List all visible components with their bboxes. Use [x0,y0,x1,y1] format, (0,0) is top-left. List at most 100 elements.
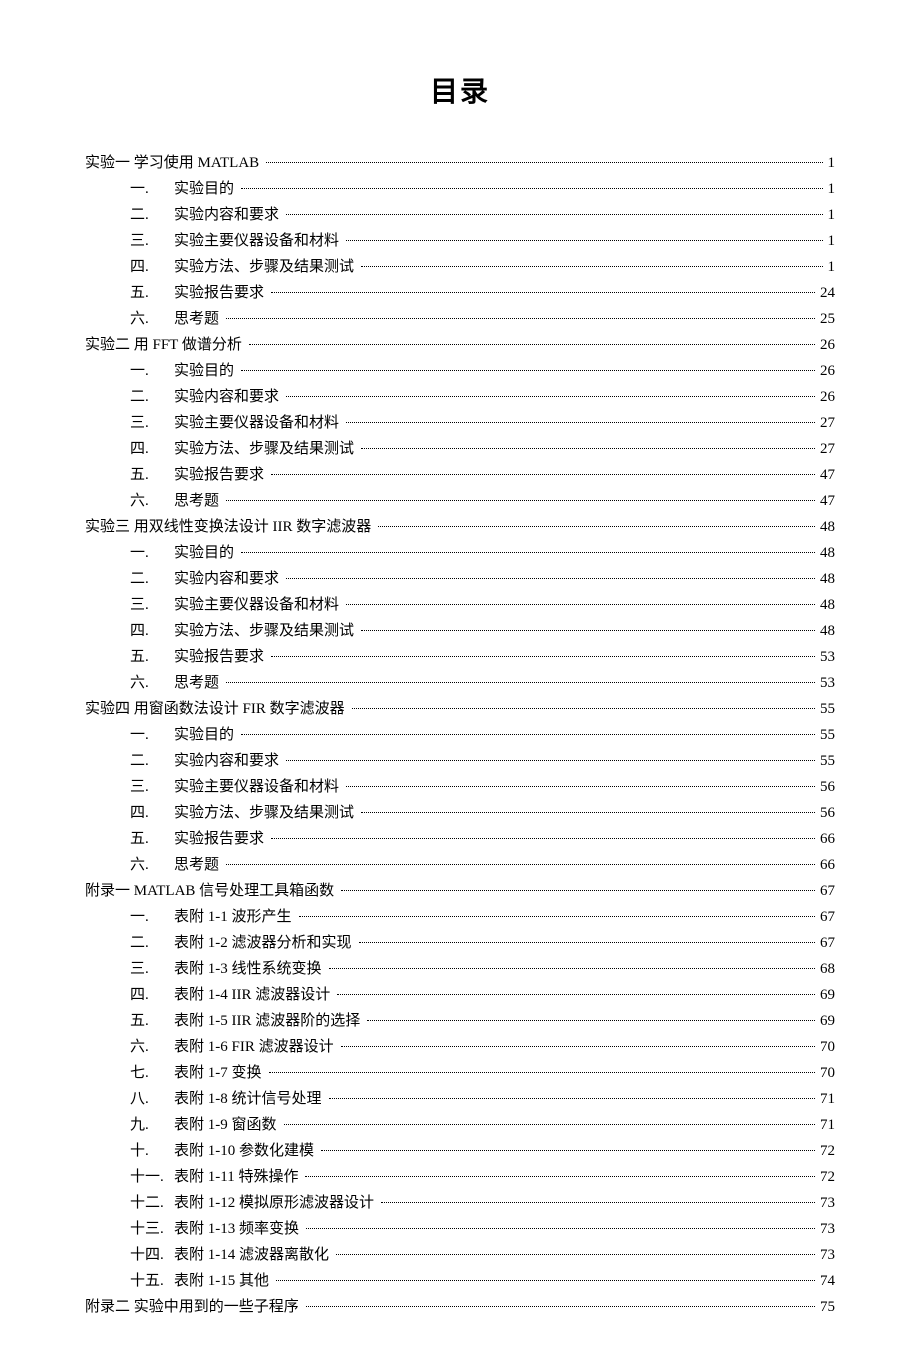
toc-leader-dots [306,1228,815,1229]
toc-entry[interactable]: 四.实验方法、步骤及结果测试48 [85,618,835,644]
toc-leader-dots [359,942,816,943]
toc-entry-text: 表附 1-14 滤波器离散化 [174,1242,333,1268]
toc-entry-page: 1 [826,228,836,254]
toc-entry[interactable]: 八.表附 1-8 统计信号处理71 [85,1086,835,1112]
toc-entry[interactable]: 实验一 学习使用 MATLAB1 [85,150,835,176]
toc-entry[interactable]: 六.思考题47 [85,488,835,514]
toc-entry[interactable]: 四.表附 1-4 IIR 滤波器设计69 [85,982,835,1008]
toc-entry-text: 思考题 [174,670,223,696]
toc-leader-dots [381,1202,815,1203]
toc-entry[interactable]: 四.实验方法、步骤及结果测试27 [85,436,835,462]
toc-entry-page: 66 [818,852,835,878]
toc-entry[interactable]: 四.实验方法、步骤及结果测试56 [85,800,835,826]
toc-entry[interactable]: 二.实验内容和要求1 [85,202,835,228]
toc-entry[interactable]: 六.思考题25 [85,306,835,332]
toc-entry[interactable]: 一.表附 1-1 波形产生67 [85,904,835,930]
toc-leader-dots [284,1124,816,1125]
toc-entry[interactable]: 十.表附 1-10 参数化建模72 [85,1138,835,1164]
toc-entry-page: 56 [818,774,835,800]
toc-entry-text: 实验目的 [174,540,238,566]
toc-entry-number: 一. [130,904,174,930]
toc-entry-text: 实验内容和要求 [174,748,283,774]
toc-entry-number: 七. [130,1060,174,1086]
toc-entry-text: 实验二 用 FFT 做谱分析 [85,332,246,358]
toc-entry[interactable]: 二.实验内容和要求55 [85,748,835,774]
toc-entry-page: 67 [818,904,835,930]
toc-entry[interactable]: 十三.表附 1-13 频率变换73 [85,1216,835,1242]
toc-entry-page: 75 [818,1294,835,1320]
toc-entry[interactable]: 附录一 MATLAB 信号处理工具箱函数67 [85,878,835,904]
toc-leader-dots [269,1072,816,1073]
toc-leader-dots [226,318,815,319]
toc-entry-page: 55 [818,696,835,722]
toc-entry[interactable]: 三.实验主要仪器设备和材料56 [85,774,835,800]
toc-entry[interactable]: 六.思考题66 [85,852,835,878]
toc-entry[interactable]: 五.实验报告要求53 [85,644,835,670]
toc-entry[interactable]: 三.实验主要仪器设备和材料27 [85,410,835,436]
toc-leader-dots [241,734,815,735]
toc-entry[interactable]: 五.表附 1-5 IIR 滤波器阶的选择69 [85,1008,835,1034]
toc-entry-number: 四. [130,436,174,462]
toc-leader-dots [226,500,815,501]
toc-entry[interactable]: 实验三 用双线性变换法设计 IIR 数字滤波器48 [85,514,835,540]
toc-entry[interactable]: 六.思考题53 [85,670,835,696]
toc-entry-number: 六. [130,852,174,878]
toc-entry[interactable]: 五.实验报告要求24 [85,280,835,306]
toc-entry[interactable]: 十四.表附 1-14 滤波器离散化73 [85,1242,835,1268]
toc-leader-dots [249,344,815,345]
toc-leader-dots [321,1150,815,1151]
toc-entry-text: 思考题 [174,306,223,332]
toc-entry-text: 实验主要仪器设备和材料 [174,774,343,800]
toc-entry-text: 实验报告要求 [174,462,268,488]
toc-leader-dots [346,422,815,423]
toc-entry-text: 实验目的 [174,358,238,384]
toc-entry-text: 思考题 [174,488,223,514]
toc-entry-page: 66 [818,826,835,852]
toc-entry[interactable]: 二.表附 1-2 滤波器分析和实现67 [85,930,835,956]
toc-entry-number: 六. [130,306,174,332]
toc-entry-page: 70 [818,1060,835,1086]
toc-entry[interactable]: 六.表附 1-6 FIR 滤波器设计70 [85,1034,835,1060]
toc-entry[interactable]: 十一.表附 1-11 特殊操作72 [85,1164,835,1190]
toc-entry-text: 表附 1-4 IIR 滤波器设计 [174,982,334,1008]
toc-entry[interactable]: 一.实验目的26 [85,358,835,384]
toc-entry[interactable]: 一.实验目的1 [85,176,835,202]
toc-entry-number: 二. [130,566,174,592]
toc-entry[interactable]: 一.实验目的48 [85,540,835,566]
toc-leader-dots [346,786,815,787]
toc-entry-number: 五. [130,1008,174,1034]
toc-entry[interactable]: 三.实验主要仪器设备和材料48 [85,592,835,618]
toc-entry[interactable]: 五.实验报告要求47 [85,462,835,488]
toc-entry[interactable]: 七.表附 1-7 变换70 [85,1060,835,1086]
toc-entry-text: 实验方法、步骤及结果测试 [174,436,358,462]
toc-entry[interactable]: 三.表附 1-3 线性系统变换68 [85,956,835,982]
toc-entry-number: 五. [130,644,174,670]
toc-entry[interactable]: 一.实验目的55 [85,722,835,748]
toc-entry-text: 实验目的 [174,176,238,202]
toc-entry-number: 九. [130,1112,174,1138]
toc-entry[interactable]: 十二.表附 1-12 模拟原形滤波器设计73 [85,1190,835,1216]
toc-entry[interactable]: 十五.表附 1-15 其他74 [85,1268,835,1294]
toc-entry-text: 实验方法、步骤及结果测试 [174,618,358,644]
toc-leader-dots [286,214,822,215]
toc-entry[interactable]: 二.实验内容和要求48 [85,566,835,592]
toc-entry[interactable]: 九.表附 1-9 窗函数71 [85,1112,835,1138]
toc-entry[interactable]: 实验二 用 FFT 做谱分析26 [85,332,835,358]
toc-entry-number: 一. [130,722,174,748]
toc-entry[interactable]: 四.实验方法、步骤及结果测试1 [85,254,835,280]
toc-entry[interactable]: 二.实验内容和要求26 [85,384,835,410]
toc-leader-dots [241,370,815,371]
toc-leader-dots [336,1254,815,1255]
toc-leader-dots [346,240,822,241]
toc-leader-dots [361,630,815,631]
toc-leader-dots [341,890,815,891]
toc-entry-page: 1 [826,202,836,228]
toc-leader-dots [299,916,816,917]
toc-entry[interactable]: 五.实验报告要求66 [85,826,835,852]
toc-entry[interactable]: 实验四 用窗函数法设计 FIR 数字滤波器55 [85,696,835,722]
toc-entry-page: 55 [818,748,835,774]
toc-leader-dots [241,552,815,553]
toc-entry[interactable]: 三.实验主要仪器设备和材料1 [85,228,835,254]
toc-entry-page: 48 [818,514,835,540]
toc-entry[interactable]: 附录二 实验中用到的一些子程序75 [85,1294,835,1320]
